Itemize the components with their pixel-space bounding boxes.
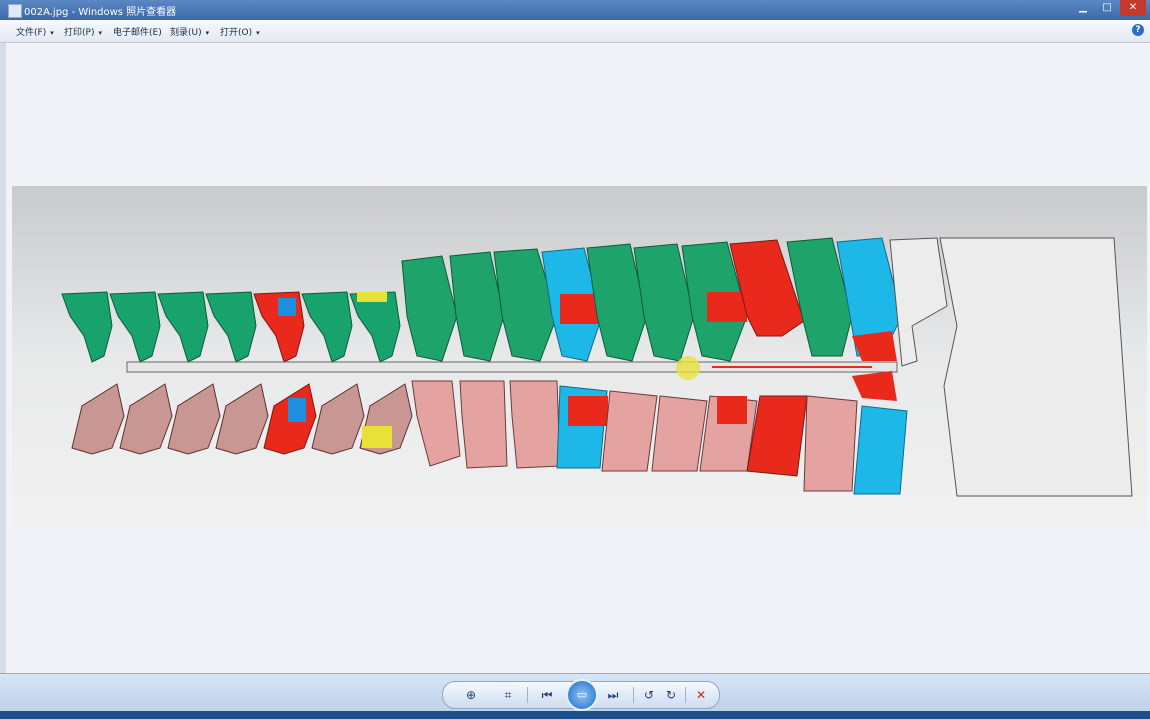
- close-icon[interactable]: ✕: [1120, 0, 1146, 16]
- menu-burn[interactable]: 刻录(U) ▾: [170, 25, 209, 38]
- cursor-highlight: [676, 356, 700, 380]
- chevron-down-icon: ▾: [50, 29, 54, 37]
- chevron-down-icon: ▾: [205, 29, 210, 37]
- zoom-icon[interactable]: ⊕: [459, 685, 483, 705]
- help-icon[interactable]: ?: [1132, 24, 1144, 36]
- actual-size-icon[interactable]: ⌗: [497, 685, 519, 705]
- maximize-icon[interactable]: □: [1096, 0, 1118, 16]
- separator: [685, 687, 686, 703]
- chevron-down-icon: ▾: [98, 29, 102, 37]
- separator: [633, 687, 634, 703]
- rotate-ccw-icon[interactable]: ↺: [639, 685, 659, 705]
- menu-print[interactable]: 打印(P) ▾: [64, 25, 102, 38]
- delete-icon[interactable]: ✕: [691, 685, 711, 705]
- photo-viewer-window: 002A.jpg - Windows 照片查看器 ▁ □ ✕ 文件(F) ▾ 打印…: [0, 0, 1150, 720]
- menu-open[interactable]: 打开(O) ▾: [220, 25, 260, 38]
- separator: [527, 687, 528, 703]
- next-icon[interactable]: ⏭: [601, 685, 625, 705]
- minimize-icon[interactable]: ▁: [1072, 0, 1094, 16]
- menu-email[interactable]: 电子邮件(E): [113, 25, 162, 38]
- previous-icon[interactable]: ⏮: [535, 685, 559, 705]
- app-icon: [8, 4, 22, 18]
- rotate-cw-icon[interactable]: ↻: [661, 685, 681, 705]
- window-title: 002A.jpg - Windows 照片查看器: [24, 7, 177, 18]
- title-bar[interactable]: 002A.jpg - Windows 照片查看器 ▁ □ ✕: [0, 0, 1150, 20]
- taskbar-strip: [0, 711, 1150, 719]
- lower-parts-large: [411, 371, 908, 495]
- left-border: [0, 43, 6, 673]
- slideshow-button[interactable]: ▭: [566, 679, 598, 711]
- menu-bar: 文件(F) ▾ 打印(P) ▾ 电子邮件(E) 刻录(U) ▾ 打开(O) ▾ ?: [0, 20, 1150, 43]
- chevron-down-icon: ▾: [256, 29, 260, 37]
- progressive-die-strip-layout: [61, 237, 1133, 497]
- menu-file[interactable]: 文件(F) ▾: [16, 25, 54, 38]
- lower-parts-small: [71, 383, 413, 455]
- upper-parts-small: [61, 291, 401, 363]
- displayed-image: [12, 186, 1147, 527]
